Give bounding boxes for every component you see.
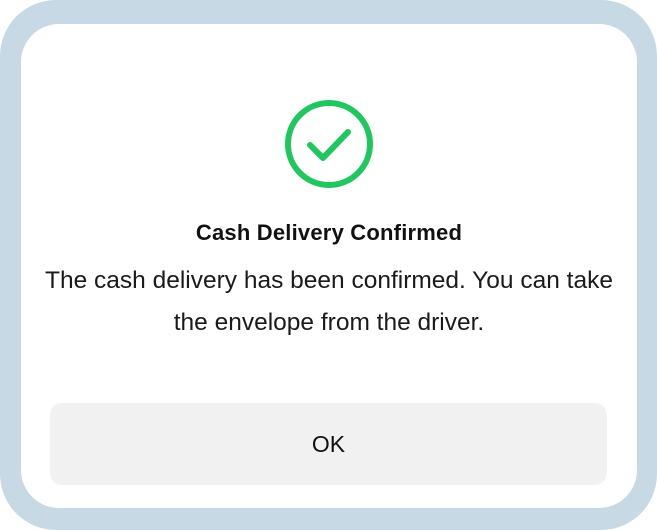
dialog-message: The cash delivery has been confirmed. Yo… xyxy=(45,267,613,336)
check-circle-icon xyxy=(284,99,374,189)
dialog-frame: Cash Delivery Confirmed The cash deliver… xyxy=(0,0,657,530)
ok-button[interactable]: OK xyxy=(50,403,607,485)
confirmation-dialog: Cash Delivery Confirmed The cash deliver… xyxy=(21,24,637,508)
dialog-title: Cash Delivery Confirmed xyxy=(195,220,463,245)
